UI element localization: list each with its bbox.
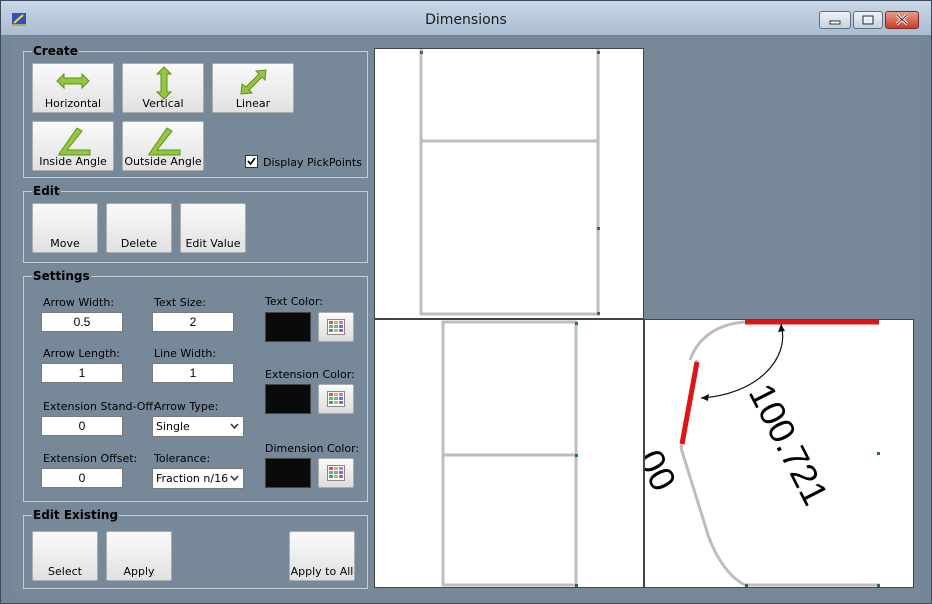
title-bar[interactable]: Dimensions	[1, 1, 931, 35]
extension-offset-label: Extension Offset:	[43, 452, 138, 465]
delete-button[interactable]: Delete	[106, 203, 172, 253]
close-button[interactable]	[885, 11, 919, 29]
line-width-label: Line Width:	[154, 347, 217, 360]
extension-standoff-input[interactable]	[41, 416, 123, 436]
dimension-value-text: 100.721	[741, 377, 837, 512]
text-color-label: Text Color:	[265, 295, 323, 308]
top-view-drawing	[419, 49, 600, 316]
vertical-button[interactable]: Vertical	[122, 63, 204, 113]
pick-point	[575, 454, 578, 457]
front-viewport[interactable]	[374, 319, 644, 588]
pick-point	[597, 227, 600, 230]
selected-edge	[679, 361, 700, 445]
chevron-down-icon	[230, 423, 239, 430]
inside-angle-icon	[58, 127, 91, 156]
color-palette-icon	[327, 319, 345, 335]
display-pickpoints-label[interactable]: Display PickPoints	[263, 156, 362, 169]
horizontal-button[interactable]: Horizontal	[32, 63, 114, 113]
create-legend: Create	[32, 44, 79, 58]
color-palette-icon	[327, 391, 345, 407]
select-button[interactable]: Select	[32, 531, 98, 581]
edit-existing-legend: Edit Existing	[32, 508, 119, 522]
arrow-length-label: Arrow Length:	[43, 347, 121, 360]
dimension-color-label: Dimension Color:	[265, 442, 360, 455]
create-group: Create Horizontal Vertical Linear Inside…	[23, 44, 368, 178]
dimensions-window: Dimensions Create Horizontal Vertical Li…	[0, 0, 932, 604]
settings-group: Settings Arrow Width: Text Size: Arrow L…	[23, 269, 368, 502]
text-size-label: Text Size:	[154, 296, 207, 309]
extension-color-label: Extension Color:	[265, 368, 355, 381]
partial-dimension-text: 00	[645, 443, 685, 497]
tolerance-select[interactable]: Fraction n/16	[152, 468, 244, 489]
pick-point	[745, 584, 748, 587]
close-icon	[895, 13, 909, 26]
linear-button[interactable]: Linear	[212, 63, 294, 113]
pick-point	[597, 312, 600, 315]
horizontal-arrow-icon	[56, 72, 90, 90]
outside-angle-button[interactable]: Outside Angle	[122, 121, 204, 171]
extension-color-swatch	[265, 384, 311, 414]
client-area: Create Horizontal Vertical Linear Inside…	[11, 36, 920, 594]
arrow-type-select[interactable]: Single	[152, 416, 244, 437]
arrow-type-label: Arrow Type:	[154, 400, 219, 413]
extension-standoff-label: Extension Stand-Off:	[43, 400, 157, 413]
vertical-arrow-icon	[155, 66, 173, 100]
chevron-down-icon	[230, 475, 239, 482]
horizontal-label: Horizontal	[44, 97, 102, 110]
edit-value-label: Edit Value	[185, 237, 241, 250]
select-label: Select	[48, 565, 82, 578]
vertical-label: Vertical	[142, 97, 184, 110]
extension-color-picker-button[interactable]	[318, 384, 354, 414]
extension-offset-input[interactable]	[41, 468, 123, 488]
linear-arrow-icon	[240, 69, 267, 95]
checkmark-icon	[247, 157, 256, 166]
tolerance-value: Fraction n/16	[156, 472, 229, 485]
arrow-width-label: Arrow Width:	[43, 296, 115, 309]
tolerance-label: Tolerance:	[154, 452, 211, 465]
pick-point	[575, 584, 578, 587]
front-view-drawing	[441, 320, 578, 587]
apply-button[interactable]: Apply	[106, 531, 172, 581]
outside-angle-icon	[148, 127, 181, 156]
arrow-width-input[interactable]	[41, 312, 123, 332]
pick-point	[877, 584, 880, 587]
pick-point	[597, 51, 600, 54]
apply-to-all-label: Apply to All	[290, 565, 354, 578]
text-size-input[interactable]	[152, 312, 234, 332]
display-pickpoints-checkbox[interactable]	[245, 155, 258, 168]
minimize-button[interactable]	[819, 11, 851, 29]
color-palette-icon	[327, 465, 345, 481]
inside-angle-button[interactable]: Inside Angle	[32, 121, 114, 171]
apply-label: Apply	[123, 565, 155, 578]
pick-point	[575, 322, 578, 325]
arrow-length-input[interactable]	[41, 363, 123, 383]
edit-group: Edit Move Delete Edit Value	[23, 184, 368, 263]
top-viewport[interactable]	[374, 48, 644, 319]
side-viewport[interactable]: 100.721 00	[644, 319, 914, 588]
text-color-picker-button[interactable]	[318, 312, 354, 342]
line-width-input[interactable]	[152, 363, 234, 383]
linear-label: Linear	[235, 97, 271, 110]
window-title: Dimensions	[425, 12, 507, 28]
dimension-color-swatch	[265, 458, 311, 488]
dimension-color-picker-button[interactable]	[318, 458, 354, 488]
edit-existing-group: Edit Existing Select Apply Apply to All	[23, 508, 368, 589]
move-label: Move	[50, 237, 80, 250]
delete-label: Delete	[120, 237, 158, 250]
edit-legend: Edit	[32, 184, 61, 198]
inside-angle-label: Inside Angle	[39, 155, 107, 168]
minimize-icon	[829, 20, 841, 25]
text-color-swatch	[265, 312, 311, 342]
move-button[interactable]: Move	[32, 203, 98, 253]
arrow-type-value: Single	[156, 420, 190, 433]
settings-legend: Settings	[32, 269, 91, 283]
side-view-drawing: 100.721 00	[645, 320, 880, 587]
apply-to-all-button[interactable]: Apply to All	[289, 531, 355, 581]
maximize-button[interactable]	[853, 11, 883, 29]
outside-angle-label: Outside Angle	[124, 155, 202, 168]
pick-point	[877, 452, 880, 455]
restore-icon	[862, 15, 874, 25]
edit-value-button[interactable]: Edit Value	[180, 203, 246, 253]
pick-point	[420, 51, 423, 54]
